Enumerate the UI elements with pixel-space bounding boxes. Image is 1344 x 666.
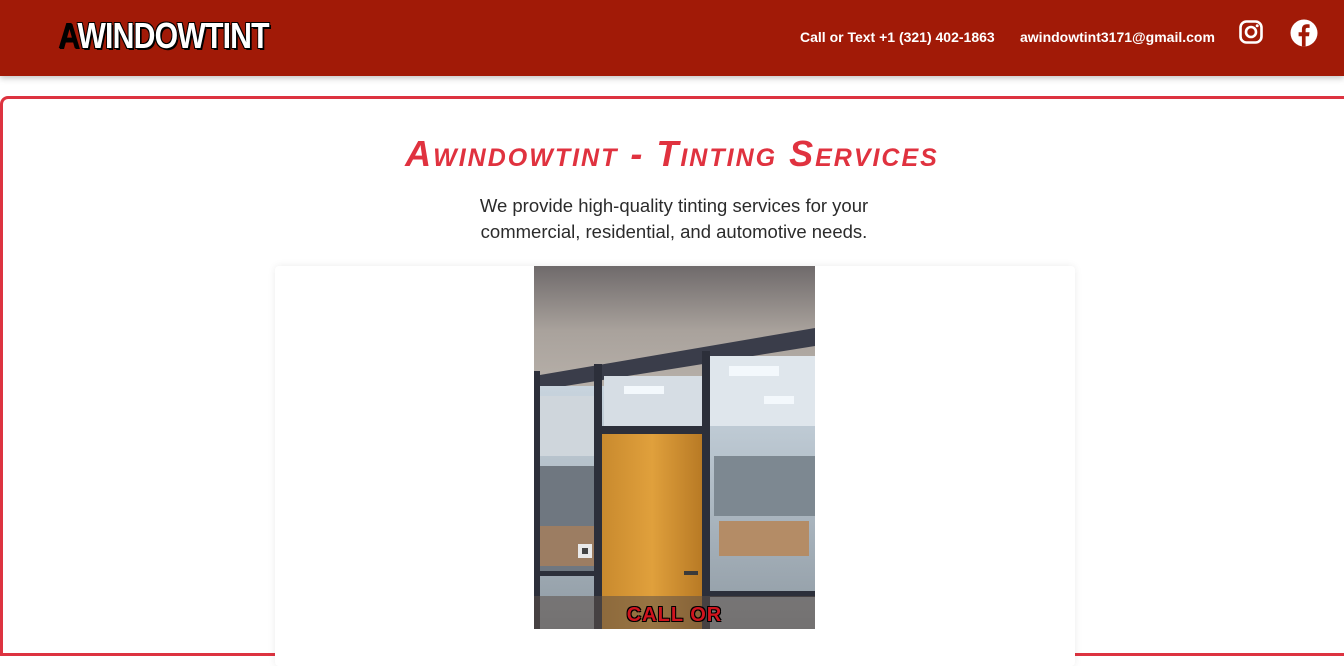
logo-text: WINDOWTINT bbox=[77, 15, 269, 56]
site-logo[interactable]: AWINDOWTINT bbox=[58, 14, 270, 58]
logo-first-letter: A bbox=[58, 15, 78, 56]
photo-caption: CALL OR bbox=[626, 604, 723, 626]
page-subtitle: We provide high-quality tinting services… bbox=[479, 195, 869, 242]
phone-link[interactable]: Call or Text +1 (321) 402-1863 bbox=[800, 29, 995, 45]
email-link[interactable]: awindowtint3171@gmail.com bbox=[1020, 29, 1215, 45]
facebook-link[interactable] bbox=[1290, 19, 1318, 47]
office-door-photo: CALL OR bbox=[534, 266, 815, 629]
page-title: Awindowtint - Tinting Services bbox=[405, 133, 939, 174]
site-header: AWINDOWTINT Call or Text +1 (321) 402-18… bbox=[0, 0, 1344, 76]
facebook-icon bbox=[1290, 19, 1318, 47]
instagram-icon bbox=[1239, 20, 1263, 44]
instagram-link[interactable] bbox=[1238, 19, 1266, 47]
